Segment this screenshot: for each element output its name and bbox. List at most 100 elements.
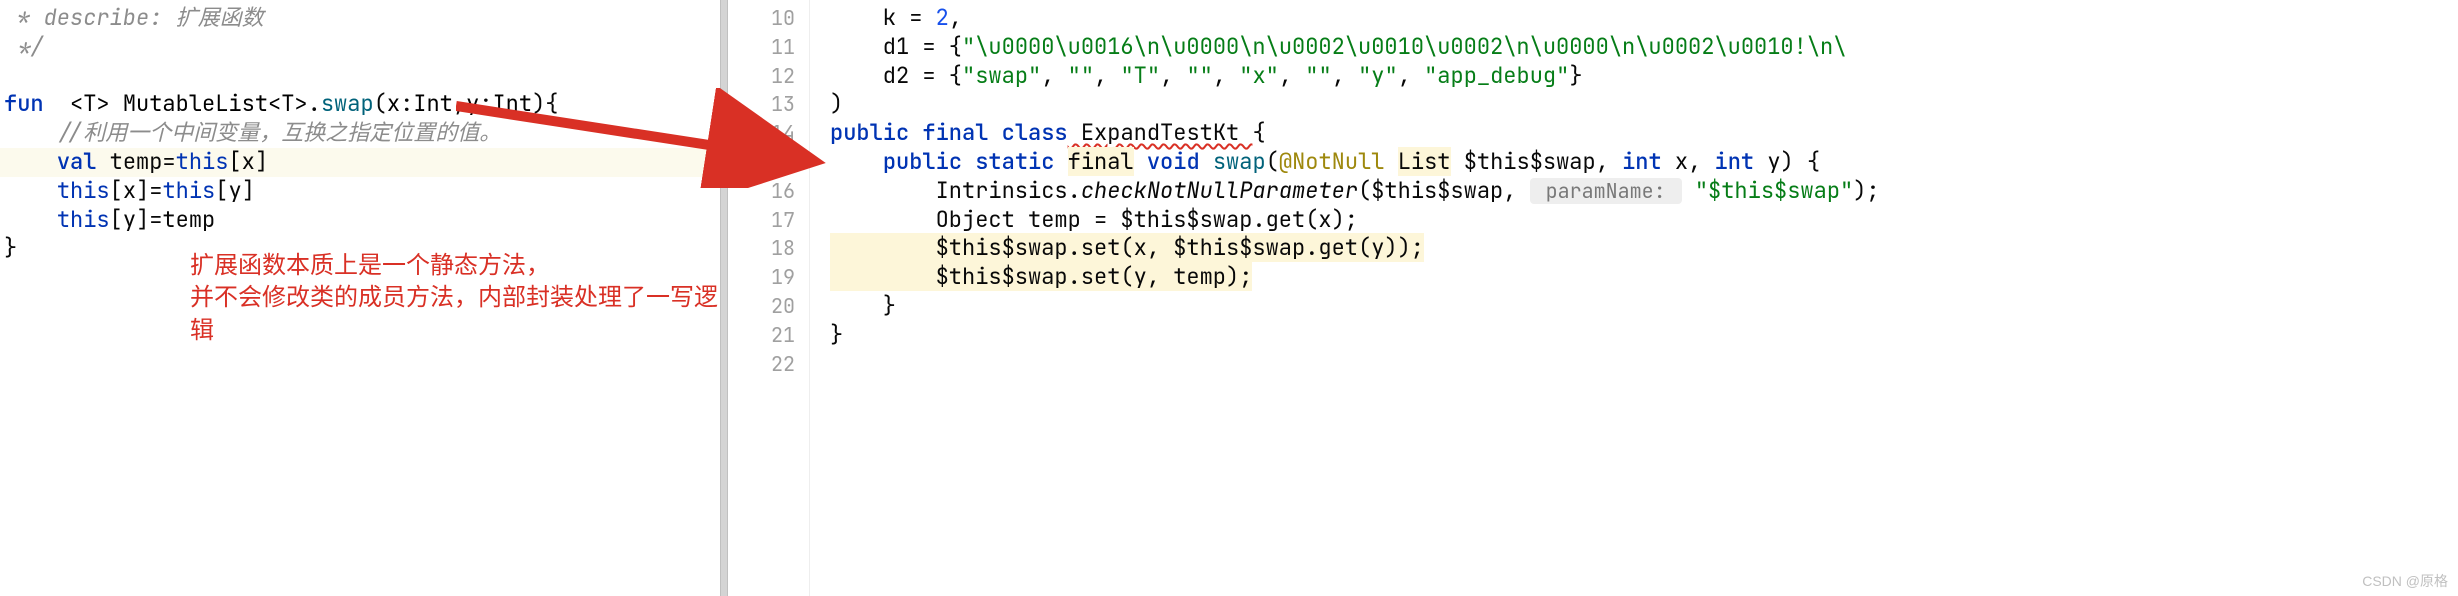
string-literal: "$this$swap" bbox=[1695, 176, 1853, 205]
string-literal: "app_debug" bbox=[1424, 61, 1569, 90]
annotation-overlay: 扩展函数本质上是一个静态方法， 并不会修改类的成员方法，内部封装处理了一写逻辑 bbox=[190, 250, 720, 347]
text: ($this$swap, bbox=[1358, 176, 1530, 205]
close-brace: } bbox=[830, 291, 896, 320]
code-line[interactable]: d2 = {"swap", "", "T", "", "x", "", "y",… bbox=[830, 62, 2458, 91]
param-type: Int bbox=[492, 89, 532, 118]
code-line[interactable]: //利用一个中间变量，互换之指定位置的值。 bbox=[4, 119, 720, 148]
number-literal: 2 bbox=[936, 3, 949, 32]
line-number[interactable]: 18 bbox=[728, 234, 795, 263]
pane-splitter[interactable] bbox=[720, 0, 728, 596]
line-number[interactable]: 21 bbox=[728, 321, 795, 350]
line-number[interactable]: 14 bbox=[728, 119, 795, 148]
watermark-text: CSDN @原格 bbox=[2362, 572, 2448, 590]
assign-text: [x]= bbox=[110, 176, 163, 205]
code-line[interactable]: $this$swap.set(y, temp); bbox=[830, 263, 2458, 292]
code-line[interactable]: this[y]=temp bbox=[4, 206, 720, 235]
line-number[interactable]: 19 bbox=[728, 263, 795, 292]
keyword-val: val bbox=[57, 147, 97, 176]
colon: : bbox=[479, 89, 492, 118]
code-line[interactable] bbox=[830, 350, 2458, 379]
text: } bbox=[1569, 61, 1582, 90]
text: Intrinsics. bbox=[830, 176, 1081, 205]
line-number[interactable]: 11 bbox=[728, 33, 795, 62]
dot: . bbox=[308, 89, 321, 118]
bracket-access: [x] bbox=[228, 147, 268, 176]
paren-open: ( bbox=[1266, 147, 1279, 176]
line-number[interactable]: 15 bbox=[728, 148, 795, 177]
close-brace: } bbox=[830, 320, 843, 349]
code-line[interactable]: */ bbox=[4, 33, 720, 62]
string-literal: "" bbox=[1186, 61, 1212, 90]
line-number[interactable]: 22 bbox=[728, 350, 795, 379]
text: $this$swap.set(y, temp); bbox=[830, 262, 1252, 291]
line-number[interactable]: 12 bbox=[728, 62, 795, 91]
string-literal: "\u0000\u0016\n\u0000\n\u0002\u0010\u000… bbox=[962, 32, 1846, 61]
comment-text: */ bbox=[4, 32, 44, 61]
text: , bbox=[949, 3, 962, 32]
keyword-final: final bbox=[922, 118, 988, 147]
code-line[interactable]: this[x]=this[y] bbox=[4, 177, 720, 206]
comment-text: * describe: 扩展函数 bbox=[4, 3, 264, 32]
right-editor-pane: 10 11 12 13 14 15 16 17 18 19 20 21 22 k… bbox=[728, 0, 2458, 596]
receiver-type: MutableList<T> bbox=[110, 89, 308, 118]
brace: { bbox=[1252, 118, 1265, 147]
keyword-this: this bbox=[57, 176, 110, 205]
generic-type: <T> bbox=[70, 89, 110, 118]
line-number[interactable]: 17 bbox=[728, 206, 795, 235]
code-line[interactable]: Intrinsics.checkNotNullParameter($this$s… bbox=[830, 177, 2458, 206]
param-text: $this$swap, bbox=[1451, 147, 1623, 176]
code-line[interactable]: fun <T> MutableList<T>.swap(x:Int,y:Int)… bbox=[4, 90, 720, 119]
comma: , bbox=[453, 89, 466, 118]
left-editor-pane: * describe: 扩展函数 */ fun <T> MutableList<… bbox=[0, 0, 720, 596]
method-call: checkNotNullParameter bbox=[1081, 176, 1358, 205]
code-line[interactable]: d1 = {"\u0000\u0016\n\u0000\n\u0002\u001… bbox=[830, 33, 2458, 62]
right-gutter[interactable]: 10 11 12 13 14 15 16 17 18 19 20 21 22 bbox=[728, 0, 810, 596]
string-literal: "" bbox=[1305, 61, 1331, 90]
code-line[interactable]: public static final void swap(@NotNull L… bbox=[830, 148, 2458, 177]
code-line[interactable]: } bbox=[830, 321, 2458, 350]
class-name: ExpandTestKt bbox=[1068, 118, 1253, 147]
keyword-this: this bbox=[176, 147, 229, 176]
code-line[interactable]: } bbox=[830, 292, 2458, 321]
code-line[interactable] bbox=[4, 62, 720, 91]
string-literal: "T" bbox=[1120, 61, 1160, 90]
line-number[interactable]: 10 bbox=[728, 4, 795, 33]
line-number[interactable]: 20 bbox=[728, 292, 795, 321]
text: ); bbox=[1853, 176, 1879, 205]
keyword-fun: fun bbox=[4, 89, 44, 118]
code-line[interactable]: ) bbox=[830, 90, 2458, 119]
string-literal: "y" bbox=[1358, 61, 1398, 90]
inlay-hint: paramName: bbox=[1530, 178, 1682, 204]
bracket-access: [y] bbox=[215, 176, 255, 205]
code-line[interactable]: Object temp = $this$swap.get(x); bbox=[830, 206, 2458, 235]
keyword-public: public bbox=[883, 147, 962, 176]
left-code-area[interactable]: * describe: 扩展函数 */ fun <T> MutableList<… bbox=[0, 4, 720, 596]
code-line[interactable]: public final class ExpandTestKt { bbox=[830, 119, 2458, 148]
param-text: x, bbox=[1662, 147, 1715, 176]
text: d1 = { bbox=[830, 32, 962, 61]
keyword-static: static bbox=[975, 147, 1054, 176]
annotation-line: 并不会修改类的成员方法，内部封装处理了一写逻辑 bbox=[190, 282, 720, 347]
keyword-public: public bbox=[830, 118, 909, 147]
colon: : bbox=[400, 89, 413, 118]
keyword-class: class bbox=[1002, 118, 1068, 147]
type-list: List bbox=[1398, 147, 1451, 176]
line-number[interactable]: 13 bbox=[728, 90, 795, 119]
param-type: Int bbox=[413, 89, 453, 118]
text: $this$swap.set(x, $this$swap.get(y)); bbox=[830, 233, 1424, 262]
keyword-this: this bbox=[162, 176, 215, 205]
code-line[interactable]: val temp=this[x] bbox=[4, 148, 720, 177]
code-line[interactable]: * describe: 扩展函数 bbox=[4, 4, 720, 33]
string-literal: "x" bbox=[1239, 61, 1279, 90]
function-name: swap bbox=[321, 89, 374, 118]
text: k = bbox=[830, 3, 936, 32]
paren-open: ( bbox=[374, 89, 387, 118]
code-line[interactable]: k = 2, bbox=[830, 4, 2458, 33]
line-number[interactable]: 16 bbox=[728, 177, 795, 206]
right-code-area[interactable]: k = 2, d1 = {"\u0000\u0016\n\u0000\n\u00… bbox=[810, 0, 2458, 596]
keyword-this: this bbox=[57, 205, 110, 234]
keyword-void: void bbox=[1147, 147, 1200, 176]
code-line[interactable]: $this$swap.set(x, $this$swap.get(y)); bbox=[830, 234, 2458, 263]
text: ) bbox=[830, 89, 843, 118]
text: d2 = { bbox=[830, 61, 962, 90]
